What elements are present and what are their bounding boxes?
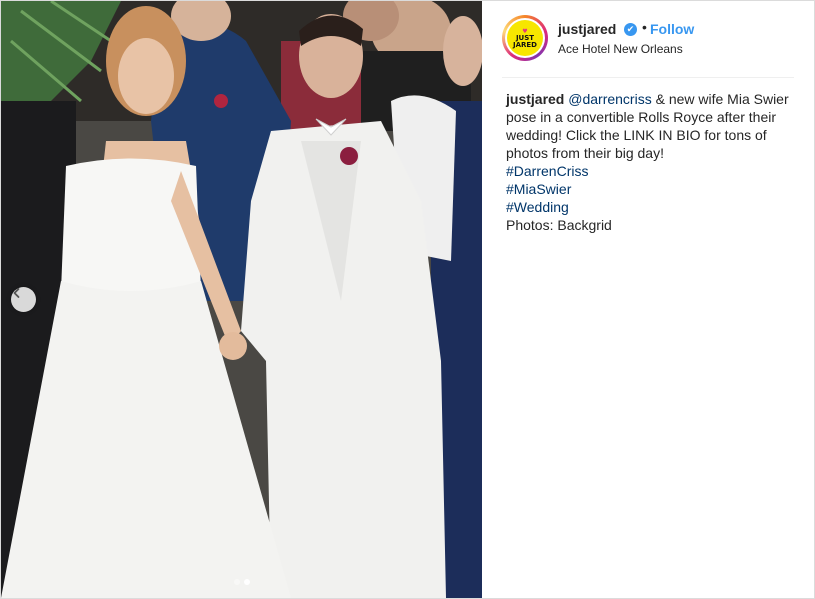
logo-text-line2: JARED [512,40,537,49]
instagram-post-embed: ♥ JUST JARED justjared ✔ • Follow Ace Ho… [0,0,815,599]
avatar[interactable]: ♥ JUST JARED [505,18,545,58]
caption-mention[interactable]: @darrencriss [568,91,651,107]
carousel-dot [233,579,240,585]
post-side-panel: ♥ JUST JARED justjared ✔ • Follow Ace Ho… [482,1,814,598]
avatar-story-ring[interactable]: ♥ JUST JARED [502,15,548,61]
carousel-indicator [1,579,482,585]
post-caption: justjared @darrencriss & new wife Mia Sw… [506,90,798,234]
post-username[interactable]: justjared [558,21,616,37]
hashtag-wedding[interactable]: #Wedding [506,198,798,216]
wedding-photo-illustration [1,1,482,598]
header-separator: • [642,19,647,35]
post-location[interactable]: Ace Hotel New Orleans [558,42,683,56]
header-divider [502,77,794,78]
caption-username[interactable]: justjared [506,91,564,107]
post-photo[interactable] [1,1,482,598]
post-header: ♥ JUST JARED justjared ✔ • Follow Ace Ho… [482,1,814,77]
photo-credit: Photos: Backgrid [506,217,612,233]
carousel-dot-active [243,579,250,585]
chevron-left-icon [13,288,20,298]
follow-button[interactable]: Follow [650,21,694,37]
verified-badge-icon: ✔ [624,23,637,36]
hashtag-miaswier[interactable]: #MiaSwier [506,180,798,198]
hashtag-darrencriss[interactable]: #DarrenCriss [506,162,798,180]
carousel-prev-button[interactable] [11,287,36,312]
justjared-logo: ♥ JUST JARED [507,20,543,56]
